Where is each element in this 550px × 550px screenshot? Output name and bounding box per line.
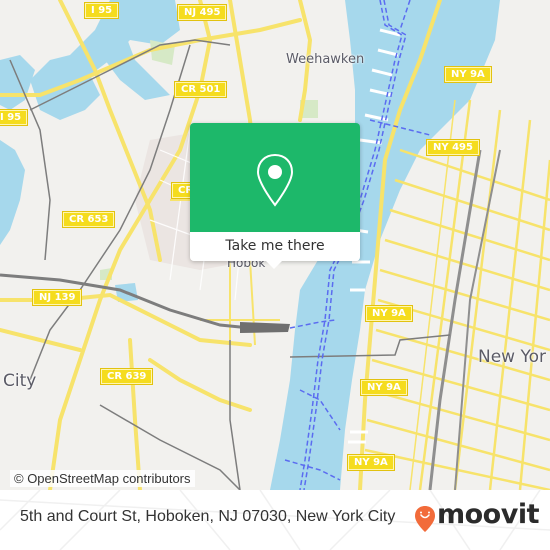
take-me-there-button[interactable]: Take me there [190, 232, 360, 261]
moovit-logo[interactable]: moovit [437, 499, 540, 530]
hoboken-terminal [240, 322, 290, 333]
route-shield: NY 9A [348, 455, 394, 470]
route-shield: NY 495 [427, 140, 479, 155]
place-label-jersey-city: City [3, 371, 37, 391]
route-shield: NY 9A [366, 306, 412, 321]
route-shield: CR 501 [175, 82, 227, 97]
route-shield: I 95 [85, 3, 119, 18]
route-shield: CR 639 [101, 369, 153, 384]
footer: 5th and Court St, Hoboken, NJ 07030, New… [0, 490, 550, 550]
route-shield: NY 9A [445, 67, 491, 82]
moovit-pin-icon [415, 506, 435, 532]
place-label-weehawken: Weehawken [286, 52, 365, 67]
address-text: 5th and Court St, Hoboken, NJ 07030, New… [20, 508, 396, 525]
place-label-new-york: New Yor [478, 347, 546, 367]
route-shield: NY 9A [361, 380, 407, 395]
popup-pointer [265, 260, 283, 269]
route-shield: I 95 [0, 110, 28, 125]
route-shield: CR 653 [63, 212, 115, 227]
map-view[interactable]: I 95 NJ 495 CR 501 I 95 CR 653 CR NY 9A … [0, 0, 550, 490]
popup-header [190, 123, 360, 232]
western-bay-2 [0, 140, 25, 245]
bay-4 [0, 55, 35, 110]
map-attribution[interactable]: © OpenStreetMap contributors [10, 470, 195, 487]
route-shield: NJ 495 [178, 5, 227, 20]
location-popup: Take me there [190, 123, 360, 269]
location-pin-icon [256, 153, 294, 207]
route-shield: NJ 139 [33, 290, 82, 305]
